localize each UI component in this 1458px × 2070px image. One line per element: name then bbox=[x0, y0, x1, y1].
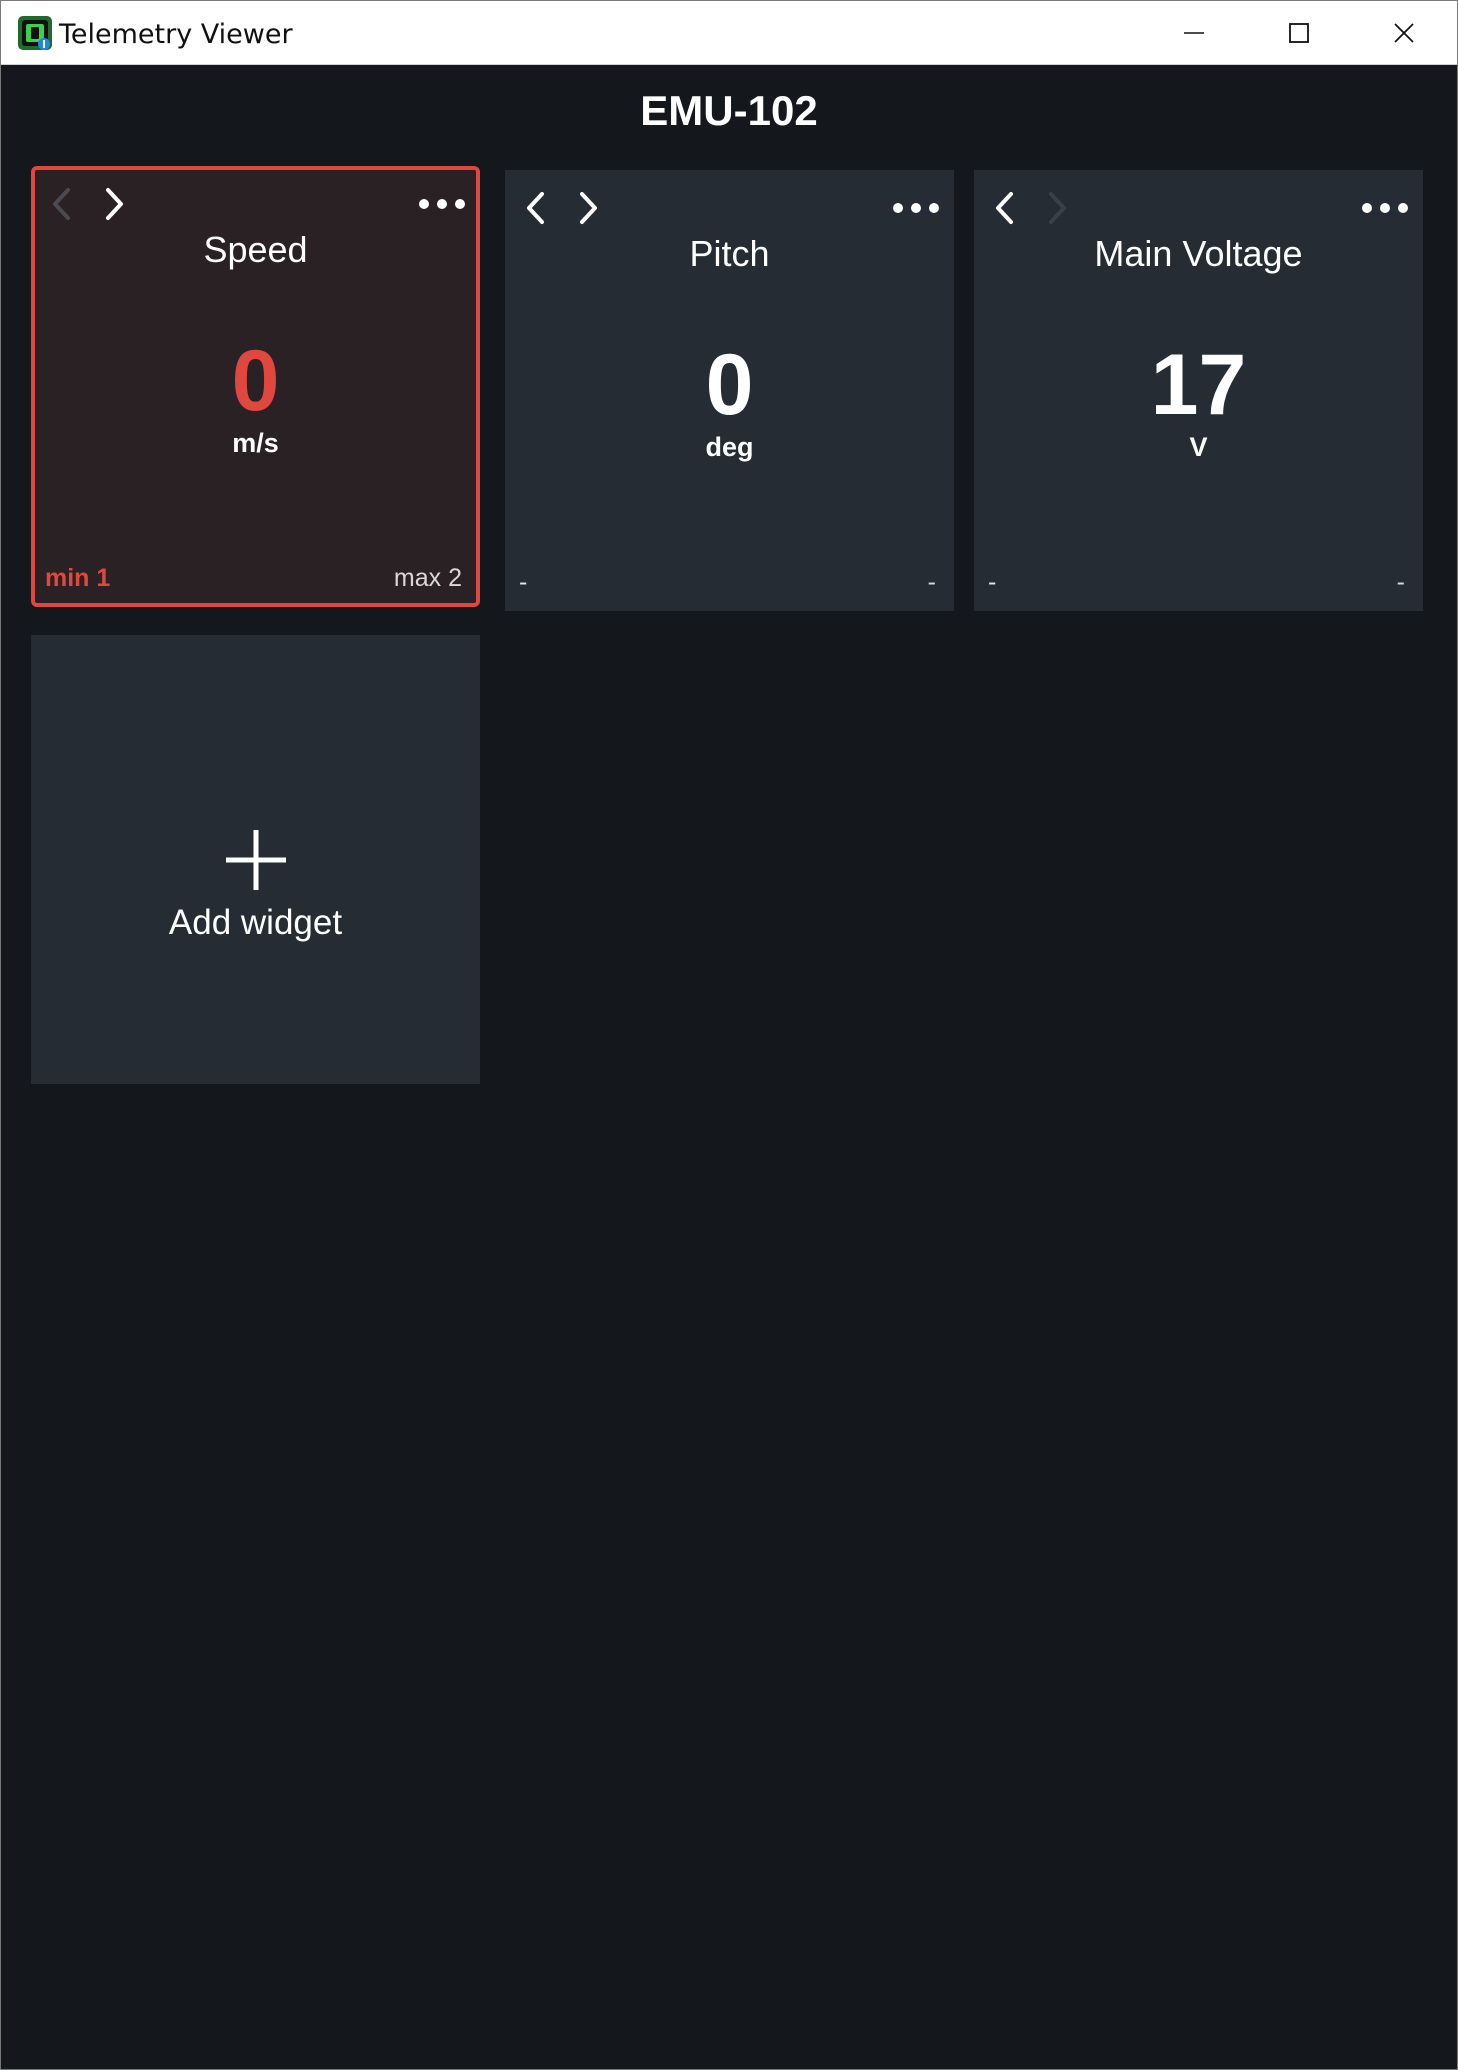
previous-button[interactable] bbox=[517, 188, 555, 228]
widget-max: - bbox=[1396, 568, 1405, 596]
chevron-right-icon bbox=[106, 188, 123, 220]
widget-title: Speed bbox=[203, 229, 308, 270]
more-dots-icon bbox=[419, 199, 465, 209]
chevron-right-icon bbox=[1049, 192, 1066, 224]
chevron-left-icon bbox=[53, 188, 70, 220]
close-icon bbox=[1393, 22, 1414, 43]
widget-unit: deg bbox=[705, 432, 754, 462]
previous-button[interactable] bbox=[43, 184, 81, 224]
more-options-button[interactable] bbox=[414, 184, 470, 224]
maximize-button[interactable] bbox=[1246, 1, 1351, 64]
more-dots-icon bbox=[1362, 203, 1408, 213]
maximize-icon bbox=[1288, 22, 1309, 43]
widget-main-voltage[interactable]: Main Voltage 17 V - - bbox=[974, 170, 1423, 611]
close-button[interactable] bbox=[1351, 1, 1456, 64]
widget-unit: m/s bbox=[232, 428, 279, 458]
add-widget-button[interactable]: Add widget bbox=[31, 635, 480, 1084]
widget-value: 0 bbox=[705, 337, 754, 433]
widget-min: - bbox=[519, 568, 528, 596]
widget-max: - bbox=[927, 568, 936, 596]
widget-pitch[interactable]: Pitch 0 deg - - bbox=[505, 170, 954, 611]
minimize-icon bbox=[1183, 31, 1204, 34]
more-options-button[interactable] bbox=[1357, 188, 1413, 228]
widget-min: - bbox=[988, 568, 997, 596]
widget-title: Main Voltage bbox=[1094, 233, 1303, 274]
widget-min: min 1 bbox=[45, 564, 111, 592]
widget-speed[interactable]: Speed 0 m/s min 1 max 2 bbox=[31, 166, 480, 607]
dashboard: EMU-102 Speed 0 m/s min 1 max 2 Pitch 0 … bbox=[1, 65, 1457, 2069]
chevron-right-icon bbox=[580, 192, 597, 224]
widget-title: Pitch bbox=[689, 233, 770, 274]
window-title: Telemetry Viewer bbox=[59, 19, 293, 50]
add-widget-label: Add widget bbox=[168, 903, 343, 942]
page-title: EMU-102 bbox=[640, 87, 818, 134]
chevron-left-icon bbox=[996, 192, 1013, 224]
next-button[interactable] bbox=[95, 184, 133, 224]
more-options-button[interactable] bbox=[888, 188, 944, 228]
previous-button[interactable] bbox=[986, 188, 1024, 228]
widget-max: max 2 bbox=[393, 564, 462, 592]
widget-value: 0 bbox=[231, 333, 280, 429]
next-button[interactable] bbox=[569, 188, 607, 228]
telemetry-app-icon bbox=[18, 16, 52, 50]
minimize-button[interactable] bbox=[1141, 1, 1246, 64]
widget-unit: V bbox=[1189, 432, 1208, 462]
chevron-left-icon bbox=[527, 192, 544, 224]
more-dots-icon bbox=[893, 203, 939, 213]
widget-value: 17 bbox=[1150, 337, 1247, 433]
plus-icon bbox=[226, 830, 286, 890]
title-bar[interactable]: Telemetry Viewer bbox=[1, 1, 1457, 65]
app-window: Telemetry Viewer EMU-102 Speed 0 m/s min… bbox=[0, 0, 1458, 2070]
next-button[interactable] bbox=[1038, 188, 1076, 228]
